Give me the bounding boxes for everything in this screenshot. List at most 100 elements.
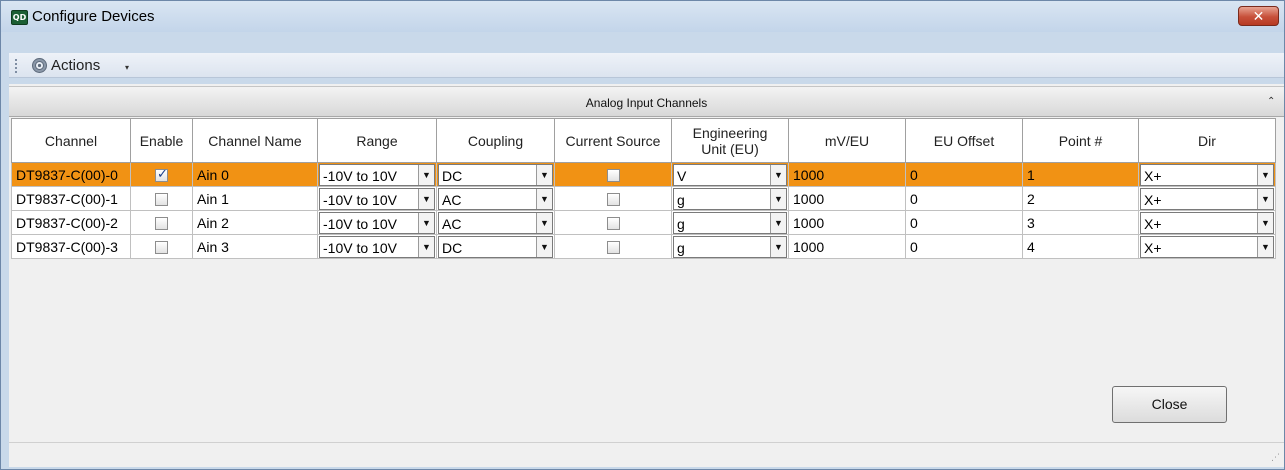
current-source-cell: [554, 210, 672, 235]
mv-eu-cell[interactable]: 1000: [788, 210, 906, 235]
title-bar[interactable]: QD Configure Devices ✕: [1, 1, 1284, 32]
coupling-value: AC: [442, 215, 462, 232]
range-dropdown[interactable]: -10V to 10V ▼: [319, 211, 435, 234]
col-header-channel[interactable]: Channel: [11, 118, 131, 163]
col-header-eu-offset[interactable]: EU Offset: [905, 118, 1023, 163]
coupling-dropdown[interactable]: DC ▼: [438, 235, 553, 258]
col-header-current-source[interactable]: Current Source: [554, 118, 672, 163]
engineering-unit-dropdown[interactable]: g ▼: [673, 187, 787, 210]
engineering-unit-dropdown[interactable]: V ▼: [673, 163, 787, 186]
col-header-dir[interactable]: Dir: [1138, 118, 1276, 163]
current-source-checkbox[interactable]: [606, 241, 620, 255]
current-source-checkbox[interactable]: [606, 169, 620, 183]
dir-dropdown[interactable]: X+ ▼: [1140, 187, 1274, 210]
coupling-dropdown[interactable]: AC ▼: [438, 211, 553, 234]
col-header-enable[interactable]: Enable: [130, 118, 193, 163]
coupling-dropdown[interactable]: AC ▼: [438, 187, 553, 210]
dir-dropdown[interactable]: X+ ▼: [1140, 211, 1274, 234]
channel-name-cell[interactable]: Ain 2: [192, 210, 318, 235]
enable-checkbox[interactable]: [155, 193, 168, 207]
dropdown-arrow-icon[interactable]: ▼: [536, 164, 552, 185]
enable-checkbox[interactable]: [155, 241, 168, 255]
table-row[interactable]: DT9837-C(00)-1 Ain 1 -10V to 10V ▼ AC ▼ g ▼ 1000…: [11, 186, 1276, 211]
engineering-unit-cell: g ▼: [671, 210, 789, 235]
range-dropdown[interactable]: -10V to 10V ▼: [319, 163, 435, 186]
engineering-unit-value: g: [677, 215, 685, 232]
coupling-cell: DC ▼: [436, 162, 555, 187]
actions-menu-button[interactable]: Actions: [51, 57, 100, 74]
dir-dropdown[interactable]: X+ ▼: [1140, 163, 1274, 186]
dropdown-arrow-icon[interactable]: ▼: [1257, 236, 1273, 257]
coupling-dropdown[interactable]: DC ▼: [438, 163, 553, 186]
group-header[interactable]: Analog Input Channels ⌃: [9, 86, 1284, 117]
dir-dropdown[interactable]: X+ ▼: [1140, 235, 1274, 258]
current-source-checkbox[interactable]: [606, 193, 620, 207]
mv-eu-cell[interactable]: 1000: [788, 234, 906, 259]
range-value: -10V to 10V: [323, 191, 397, 208]
engineering-unit-dropdown[interactable]: g ▼: [673, 235, 787, 258]
table-row[interactable]: DT9837-C(00)-3 Ain 3 -10V to 10V ▼ DC ▼ g ▼ 1000…: [11, 234, 1276, 259]
channel-cell[interactable]: DT9837-C(00)-2: [11, 210, 131, 235]
dropdown-arrow-icon[interactable]: ▼: [418, 188, 434, 209]
col-header-engineering-unit[interactable]: Engineering Unit (EU): [671, 118, 789, 163]
eu-offset-cell[interactable]: 0: [905, 210, 1023, 235]
window-close-button[interactable]: ✕: [1238, 6, 1279, 26]
point-cell[interactable]: 2: [1022, 186, 1139, 211]
range-dropdown[interactable]: -10V to 10V ▼: [319, 187, 435, 210]
point-cell[interactable]: 3: [1022, 210, 1139, 235]
channel-cell[interactable]: DT9837-C(00)-1: [11, 186, 131, 211]
engineering-unit-value: V: [677, 167, 687, 184]
table-row[interactable]: DT9837-C(00)-2 Ain 2 -10V to 10V ▼ AC ▼ g ▼ 1000…: [11, 210, 1276, 235]
resize-grip-icon[interactable]: ⋰: [1271, 452, 1280, 463]
mv-eu-cell-text: 1000: [793, 238, 825, 255]
dropdown-arrow-icon[interactable]: ▼: [770, 164, 786, 185]
col-header-point[interactable]: Point #: [1022, 118, 1139, 163]
channel-cell[interactable]: DT9837-C(00)-0: [11, 162, 131, 187]
dropdown-arrow-icon[interactable]: ▼: [1257, 188, 1273, 209]
dropdown-arrow-icon[interactable]: ▼: [1257, 164, 1273, 185]
dropdown-arrow-icon[interactable]: ▼: [536, 236, 552, 257]
range-cell: -10V to 10V ▼: [317, 210, 437, 235]
toolbar-grip[interactable]: [15, 59, 17, 73]
col-header-range[interactable]: Range: [317, 118, 437, 163]
dropdown-arrow-icon[interactable]: ▼: [418, 236, 434, 257]
coupling-value: DC: [442, 167, 463, 184]
point-cell[interactable]: 4: [1022, 234, 1139, 259]
coupling-cell: AC ▼: [436, 210, 555, 235]
gear-icon: [32, 58, 47, 73]
current-source-checkbox[interactable]: [606, 217, 620, 231]
chevron-down-icon[interactable]: ▾: [125, 63, 129, 72]
enable-cell: [130, 210, 193, 235]
mv-eu-cell[interactable]: 1000: [788, 162, 906, 187]
configure-devices-window: QD Configure Devices ✕ Actions ▾ Analog …: [0, 0, 1285, 470]
dropdown-arrow-icon[interactable]: ▼: [1257, 212, 1273, 233]
channel-name-cell[interactable]: Ain 0: [192, 162, 318, 187]
enable-checkbox[interactable]: [155, 217, 168, 231]
dir-cell: X+ ▼: [1138, 234, 1276, 259]
dropdown-arrow-icon[interactable]: ▼: [770, 212, 786, 233]
eu-offset-cell[interactable]: 0: [905, 162, 1023, 187]
coupling-value: AC: [442, 191, 462, 208]
collapse-icon[interactable]: ⌃: [1267, 96, 1275, 107]
close-button[interactable]: Close: [1112, 386, 1227, 423]
dropdown-arrow-icon[interactable]: ▼: [536, 188, 552, 209]
enable-checkbox[interactable]: [155, 167, 168, 183]
table-row[interactable]: DT9837-C(00)-0Ain 0-10V to 10V▼DC▼V▼1000…: [11, 162, 1276, 187]
col-header-mv-eu[interactable]: mV/EU: [788, 118, 906, 163]
channel-name-cell[interactable]: Ain 3: [192, 234, 318, 259]
dropdown-arrow-icon[interactable]: ▼: [770, 236, 786, 257]
dropdown-arrow-icon[interactable]: ▼: [536, 212, 552, 233]
channel-name-cell[interactable]: Ain 1: [192, 186, 318, 211]
eu-offset-cell[interactable]: 0: [905, 234, 1023, 259]
mv-eu-cell[interactable]: 1000: [788, 186, 906, 211]
eu-offset-cell[interactable]: 0: [905, 186, 1023, 211]
channel-cell[interactable]: DT9837-C(00)-3: [11, 234, 131, 259]
point-cell[interactable]: 1: [1022, 162, 1139, 187]
engineering-unit-dropdown[interactable]: g ▼: [673, 211, 787, 234]
dropdown-arrow-icon[interactable]: ▼: [418, 212, 434, 233]
range-dropdown[interactable]: -10V to 10V ▼: [319, 235, 435, 258]
col-header-channel-name[interactable]: Channel Name: [192, 118, 318, 163]
dropdown-arrow-icon[interactable]: ▼: [418, 164, 434, 185]
col-header-coupling[interactable]: Coupling: [436, 118, 555, 163]
dropdown-arrow-icon[interactable]: ▼: [770, 188, 786, 209]
